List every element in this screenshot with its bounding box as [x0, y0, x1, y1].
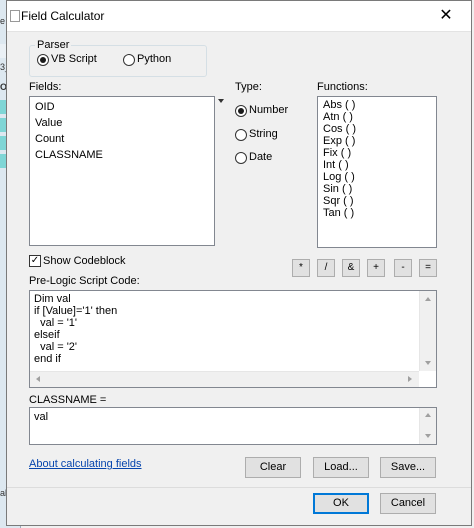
show-codeblock-checkbox[interactable]: ✓ — [29, 255, 41, 267]
calculator-icon — [10, 10, 20, 22]
code-line: end if — [34, 353, 61, 365]
string-label[interactable]: String — [249, 128, 278, 140]
functions-list[interactable]: Abs ( ) Atn ( ) Cos ( ) Exp ( ) Fix ( ) … — [317, 96, 437, 248]
field-item[interactable]: Value — [35, 117, 62, 129]
dialog-title: Field Calculator — [21, 9, 105, 23]
function-item[interactable]: Sin ( ) — [323, 183, 352, 195]
function-item[interactable]: Int ( ) — [323, 159, 349, 171]
vbscript-radio[interactable] — [37, 54, 49, 66]
python-label[interactable]: Python — [137, 53, 171, 65]
close-button[interactable]: ✕ — [421, 1, 471, 31]
about-calculating-fields-link[interactable]: About calculating fields — [29, 458, 142, 470]
function-item[interactable]: Exp ( ) — [323, 135, 355, 147]
concatenate-button[interactable]: & — [342, 259, 360, 277]
parser-label: Parser — [35, 39, 72, 51]
minus-button[interactable]: - — [394, 259, 412, 277]
expression-input[interactable]: val — [29, 407, 437, 445]
scroll-up-icon[interactable] — [425, 413, 431, 417]
code-line: val = '2' — [34, 341, 78, 353]
prelogic-label: Pre-Logic Script Code: — [29, 275, 140, 287]
python-radio[interactable] — [123, 54, 135, 66]
function-item[interactable]: Abs ( ) — [323, 99, 355, 111]
code-line: Dim val — [34, 293, 71, 305]
expression-text: val — [34, 411, 49, 423]
load-button[interactable]: Load... — [313, 457, 369, 478]
number-label[interactable]: Number — [249, 104, 288, 116]
code-line: elseif — [34, 329, 60, 341]
scroll-up-icon[interactable] — [425, 297, 431, 301]
scroll-right-icon[interactable] — [408, 376, 412, 382]
divide-button[interactable]: / — [317, 259, 335, 277]
scroll-left-icon[interactable] — [36, 376, 40, 382]
function-item[interactable]: Log ( ) — [323, 171, 355, 183]
title-bar[interactable]: Field Calculator ✕ — [7, 1, 471, 32]
close-icon: ✕ — [439, 7, 453, 24]
ok-button[interactable]: OK — [313, 493, 369, 514]
checkmark-icon: ✓ — [30, 255, 40, 266]
scroll-down-icon[interactable] — [425, 434, 431, 438]
date-label[interactable]: Date — [249, 151, 272, 163]
cancel-button[interactable]: Cancel — [380, 493, 436, 514]
type-label: Type: — [235, 81, 262, 93]
functions-label: Functions: — [317, 81, 368, 93]
function-item[interactable]: Atn ( ) — [323, 111, 353, 123]
save-button[interactable]: Save... — [380, 457, 436, 478]
vbscript-label[interactable]: VB Script — [51, 53, 97, 65]
field-item[interactable]: Count — [35, 133, 64, 145]
function-item[interactable]: Cos ( ) — [323, 123, 356, 135]
field-calculator-dialog: Field Calculator ✕ Parser VB Script Pyth… — [6, 0, 472, 526]
multiply-button[interactable]: * — [292, 259, 310, 277]
expression-scrollbar[interactable] — [419, 408, 436, 444]
function-item[interactable]: Fix ( ) — [323, 147, 351, 159]
prelogic-code-editor[interactable]: Dim val if [Value]='1' then val = '1' el… — [29, 290, 437, 388]
number-radio[interactable] — [235, 105, 247, 117]
date-radio[interactable] — [235, 152, 247, 164]
footer-divider — [7, 487, 471, 488]
function-item[interactable]: Tan ( ) — [323, 207, 354, 219]
code-vertical-scrollbar[interactable] — [419, 291, 436, 371]
fields-dropdown-icon[interactable] — [218, 99, 224, 103]
field-item[interactable]: OID — [35, 101, 55, 113]
fields-list[interactable]: OID Value Count CLASSNAME — [29, 96, 215, 246]
function-item[interactable]: Sqr ( ) — [323, 195, 354, 207]
equals-button[interactable]: = — [419, 259, 437, 277]
show-codeblock-label[interactable]: Show Codeblock — [43, 255, 126, 267]
code-horizontal-scrollbar[interactable] — [30, 371, 419, 387]
code-line: if [Value]='1' then — [34, 305, 118, 317]
fields-label: Fields: — [29, 81, 62, 93]
clear-button[interactable]: Clear — [245, 457, 301, 478]
scroll-down-icon[interactable] — [425, 361, 431, 365]
string-radio[interactable] — [235, 129, 247, 141]
field-item[interactable]: CLASSNAME — [35, 149, 103, 161]
plus-button[interactable]: + — [367, 259, 385, 277]
code-line: val = '1' — [34, 317, 78, 329]
expression-label: CLASSNAME = — [29, 394, 107, 406]
